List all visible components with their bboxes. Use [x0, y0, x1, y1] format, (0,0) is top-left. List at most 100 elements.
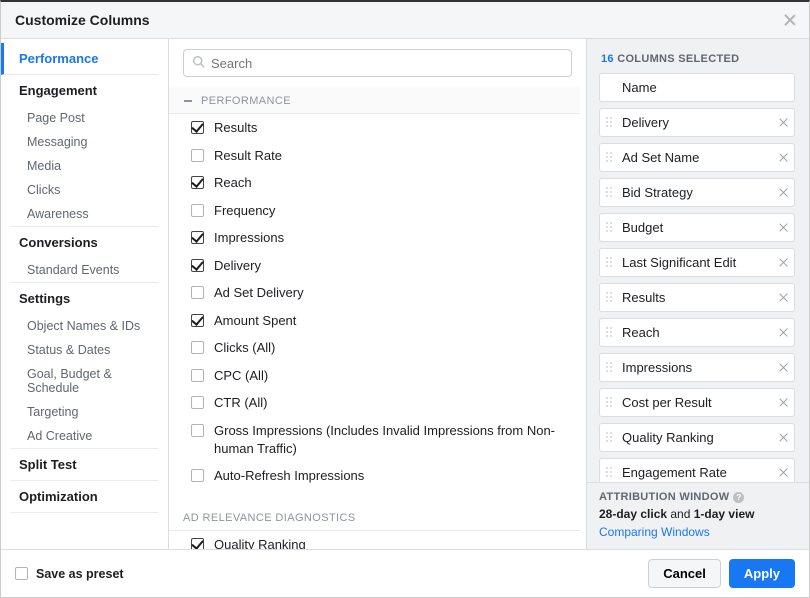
- chip-label: Last Significant Edit: [622, 255, 773, 270]
- sidebar-item[interactable]: Goal, Budget & Schedule: [11, 362, 158, 400]
- sidebar-item[interactable]: Status & Dates: [11, 338, 158, 362]
- metric-row[interactable]: Frequency: [169, 197, 580, 225]
- checkbox-icon: [191, 286, 204, 299]
- checkbox-icon: [191, 314, 204, 327]
- remove-icon[interactable]: [779, 398, 788, 407]
- metric-row[interactable]: Auto-Refresh Impressions: [169, 462, 580, 490]
- metric-row[interactable]: CPC (All): [169, 362, 580, 390]
- selected-column-chip[interactable]: Delivery: [599, 108, 795, 137]
- checkbox-icon: [191, 341, 204, 354]
- sidebar-category-label[interactable]: Optimization: [11, 481, 158, 512]
- selected-column-chip[interactable]: Engagement Rate: [599, 458, 795, 482]
- chip-label: Delivery: [622, 115, 773, 130]
- remove-icon[interactable]: [779, 258, 788, 267]
- sidebar-category[interactable]: Optimization: [11, 481, 158, 513]
- metric-row[interactable]: Impressions: [169, 224, 580, 252]
- sidebar-item[interactable]: Media: [11, 154, 158, 178]
- drag-handle-icon[interactable]: [606, 432, 616, 443]
- info-icon[interactable]: ?: [733, 492, 744, 503]
- metric-label: Reach: [214, 174, 252, 192]
- sidebar-item[interactable]: Awareness: [11, 202, 158, 226]
- search-box[interactable]: [183, 49, 572, 77]
- comparing-windows-link[interactable]: Comparing Windows: [599, 525, 710, 539]
- sidebar-item[interactable]: Standard Events: [11, 258, 158, 282]
- drag-handle-icon[interactable]: [606, 117, 616, 128]
- sidebar-category-label[interactable]: Conversions: [11, 227, 158, 258]
- metric-row[interactable]: Gross Impressions (Includes Invalid Impr…: [169, 417, 580, 462]
- search-input[interactable]: [211, 56, 563, 71]
- selected-scroll[interactable]: 16 COLUMNS SELECTED NameDeliveryAd Set N…: [587, 39, 809, 482]
- remove-icon[interactable]: [779, 293, 788, 302]
- chip-label: Reach: [622, 325, 773, 340]
- cancel-button[interactable]: Cancel: [648, 559, 721, 588]
- metric-row[interactable]: Results: [169, 114, 580, 142]
- drag-handle-icon[interactable]: [606, 222, 616, 233]
- sidebar-category[interactable]: ConversionsStandard Events: [11, 227, 158, 283]
- metric-label: CPC (All): [214, 367, 268, 385]
- drag-handle-icon[interactable]: [606, 362, 616, 373]
- drag-handle-icon[interactable]: [606, 257, 616, 268]
- drag-handle-icon[interactable]: [606, 187, 616, 198]
- metric-row[interactable]: Delivery: [169, 252, 580, 280]
- metric-label: Quality Ranking: [214, 536, 306, 549]
- metric-row[interactable]: Quality Ranking: [169, 531, 580, 549]
- selected-column-chip[interactable]: Reach: [599, 318, 795, 347]
- search-icon: [192, 55, 205, 71]
- metric-row[interactable]: Result Rate: [169, 142, 580, 170]
- remove-icon[interactable]: [779, 433, 788, 442]
- sidebar-item[interactable]: Clicks: [11, 178, 158, 202]
- metric-label: Auto-Refresh Impressions: [214, 467, 364, 485]
- metric-row[interactable]: Amount Spent: [169, 307, 580, 335]
- metric-label: CTR (All): [214, 394, 267, 412]
- chip-label: Impressions: [622, 360, 773, 375]
- remove-icon[interactable]: [779, 188, 788, 197]
- remove-icon[interactable]: [779, 223, 788, 232]
- dialog-footer: Save as preset Cancel Apply: [1, 549, 809, 597]
- drag-handle-icon[interactable]: [606, 327, 616, 338]
- checkbox-icon: [191, 121, 204, 134]
- sidebar-category[interactable]: EngagementPage PostMessagingMediaClicksA…: [11, 75, 158, 227]
- metrics-list[interactable]: PERFORMANCEResultsResult Rate Reach Freque…: [169, 85, 586, 549]
- sidebar-category-label[interactable]: Settings: [11, 283, 158, 314]
- selected-column-chip[interactable]: Ad Set Name: [599, 143, 795, 172]
- remove-icon[interactable]: [779, 118, 788, 127]
- selected-column-chip[interactable]: Bid Strategy: [599, 178, 795, 207]
- sidebar-item[interactable]: Targeting: [11, 400, 158, 424]
- remove-icon[interactable]: [779, 328, 788, 337]
- selected-column-chip[interactable]: Cost per Result: [599, 388, 795, 417]
- checkbox-icon: [191, 204, 204, 217]
- drag-handle-icon[interactable]: [606, 467, 616, 478]
- remove-icon[interactable]: [779, 468, 788, 477]
- sidebar-category-label[interactable]: Engagement: [11, 75, 158, 106]
- metric-row[interactable]: Ad Set Delivery: [169, 279, 580, 307]
- sidebar-category[interactable]: Split Test: [11, 449, 158, 481]
- sidebar-category-label[interactable]: Split Test: [11, 449, 158, 480]
- drag-handle-icon[interactable]: [606, 152, 616, 163]
- sidebar-item[interactable]: Object Names & IDs: [11, 314, 158, 338]
- sidebar-category[interactable]: Performance: [1, 43, 158, 75]
- sidebar-item[interactable]: Ad Creative: [11, 424, 158, 448]
- checkbox-icon: [15, 567, 28, 580]
- metric-row[interactable]: Reach: [169, 169, 580, 197]
- close-icon[interactable]: [785, 15, 795, 25]
- category-sidebar: PerformanceEngagementPage PostMessagingM…: [1, 39, 169, 549]
- sidebar-category-label[interactable]: Performance: [11, 43, 158, 74]
- drag-handle-icon[interactable]: [606, 292, 616, 303]
- save-preset-checkbox[interactable]: Save as preset: [15, 567, 124, 581]
- sidebar-item[interactable]: Page Post: [11, 106, 158, 130]
- selected-column-chip[interactable]: Results: [599, 283, 795, 312]
- metric-row[interactable]: CTR (All): [169, 389, 580, 417]
- metric-row[interactable]: Clicks (All): [169, 334, 580, 362]
- sidebar-item[interactable]: Messaging: [11, 130, 158, 154]
- remove-icon[interactable]: [779, 363, 788, 372]
- selected-column-chip[interactable]: Budget: [599, 213, 795, 242]
- metric-label: Gross Impressions (Includes Invalid Impr…: [214, 422, 566, 457]
- drag-handle-icon[interactable]: [606, 397, 616, 408]
- selected-column-chip[interactable]: Last Significant Edit: [599, 248, 795, 277]
- remove-icon[interactable]: [779, 153, 788, 162]
- metric-group-header[interactable]: PERFORMANCE: [169, 87, 580, 114]
- selected-column-chip[interactable]: Impressions: [599, 353, 795, 382]
- selected-column-chip[interactable]: Quality Ranking: [599, 423, 795, 452]
- sidebar-category[interactable]: SettingsObject Names & IDsStatus & Dates…: [11, 283, 158, 449]
- apply-button[interactable]: Apply: [729, 559, 795, 588]
